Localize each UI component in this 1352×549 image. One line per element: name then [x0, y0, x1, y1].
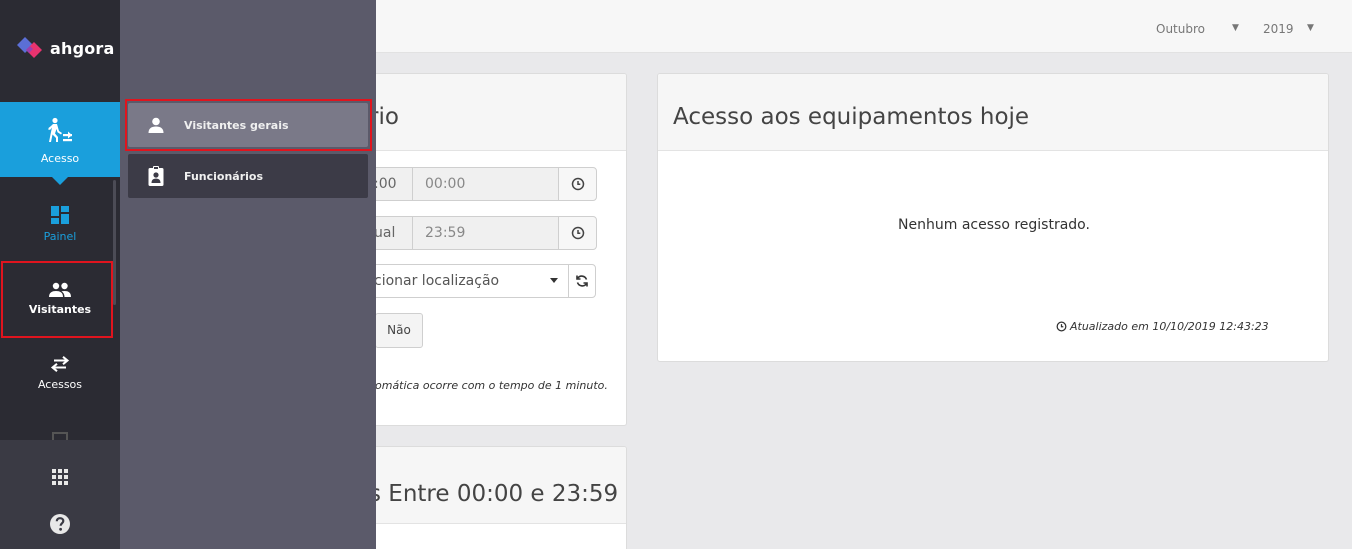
- start-time-clock-button[interactable]: [558, 167, 597, 201]
- access-range-title: s Entre 00:00 e 23:59: [369, 481, 619, 507]
- submenu-item-funcionarios[interactable]: Funcionários: [128, 154, 368, 198]
- month-select[interactable]: Outubro: [1156, 22, 1205, 36]
- equipment-access-card-header: Acesso aos equipamentos hoje: [658, 74, 1328, 151]
- top-filter-bar: Outubro ▼ 2019 ▼: [376, 0, 1352, 53]
- sidebar-item-label: Acesso: [40, 152, 80, 165]
- refresh-location-button[interactable]: [568, 264, 596, 298]
- apps-grid-icon[interactable]: [51, 468, 69, 486]
- brand-logo[interactable]: ahgora: [16, 36, 115, 60]
- start-time-input[interactable]: 00:00: [412, 167, 559, 201]
- main-sidebar: ahgora Acesso Painel Visitantes Acessos: [0, 0, 120, 549]
- sidebar-item-label: Painel: [43, 230, 77, 243]
- clock-icon: [571, 226, 584, 240]
- help-circle-icon[interactable]: [49, 513, 71, 535]
- empty-state-message: Nenhum acesso registrado.: [898, 217, 1090, 233]
- brand-name: ahgora: [50, 38, 115, 58]
- end-time-input[interactable]: 23:59: [412, 216, 559, 250]
- equipment-access-card: Acesso aos equipamentos hoje Nenhum aces…: [657, 73, 1329, 362]
- access-walk-icon: [48, 117, 72, 142]
- partial-menu-icon: [52, 432, 68, 440]
- month-chevron-down-icon[interactable]: ▼: [1232, 23, 1239, 33]
- location-caret-icon[interactable]: [550, 278, 558, 283]
- no-toggle-button[interactable]: Não: [375, 313, 423, 348]
- highlight-visitantes: [1, 261, 113, 338]
- last-updated: Atualizado em 10/10/2019 12:43:23: [1056, 320, 1269, 333]
- swap-arrows-icon: [50, 356, 70, 372]
- sidebar-footer: [0, 440, 120, 549]
- sidebar-item-acessos[interactable]: Acessos: [0, 356, 120, 391]
- sidebar-item-painel[interactable]: Painel: [0, 205, 120, 243]
- refresh-icon: [576, 275, 588, 287]
- clock-icon: [571, 177, 584, 191]
- dashboard-grid-icon: [51, 206, 69, 224]
- equipment-access-title: Acesso aos equipamentos hoje: [673, 104, 1030, 130]
- auto-refresh-note: omática ocorre com o tempo de 1 minuto.: [375, 379, 608, 392]
- end-time-clock-button[interactable]: [558, 216, 597, 250]
- visitors-submenu: Visitantes gerais Funcionários: [120, 0, 376, 549]
- year-select[interactable]: 2019: [1263, 22, 1294, 36]
- badge-icon: [148, 166, 164, 186]
- sidebar-item-label: Acessos: [37, 378, 83, 391]
- sidebar-item-acesso[interactable]: Acesso: [0, 102, 120, 185]
- last-updated-text: Atualizado em 10/10/2019 12:43:23: [1070, 320, 1269, 333]
- ahgora-logo-icon: [17, 37, 42, 58]
- year-chevron-down-icon[interactable]: ▼: [1307, 23, 1314, 33]
- submenu-item-label: Funcionários: [184, 169, 264, 183]
- clock-icon: [1056, 321, 1067, 332]
- location-select[interactable]: cionar localização: [351, 264, 569, 298]
- highlight-visitantes-gerais: [125, 99, 372, 151]
